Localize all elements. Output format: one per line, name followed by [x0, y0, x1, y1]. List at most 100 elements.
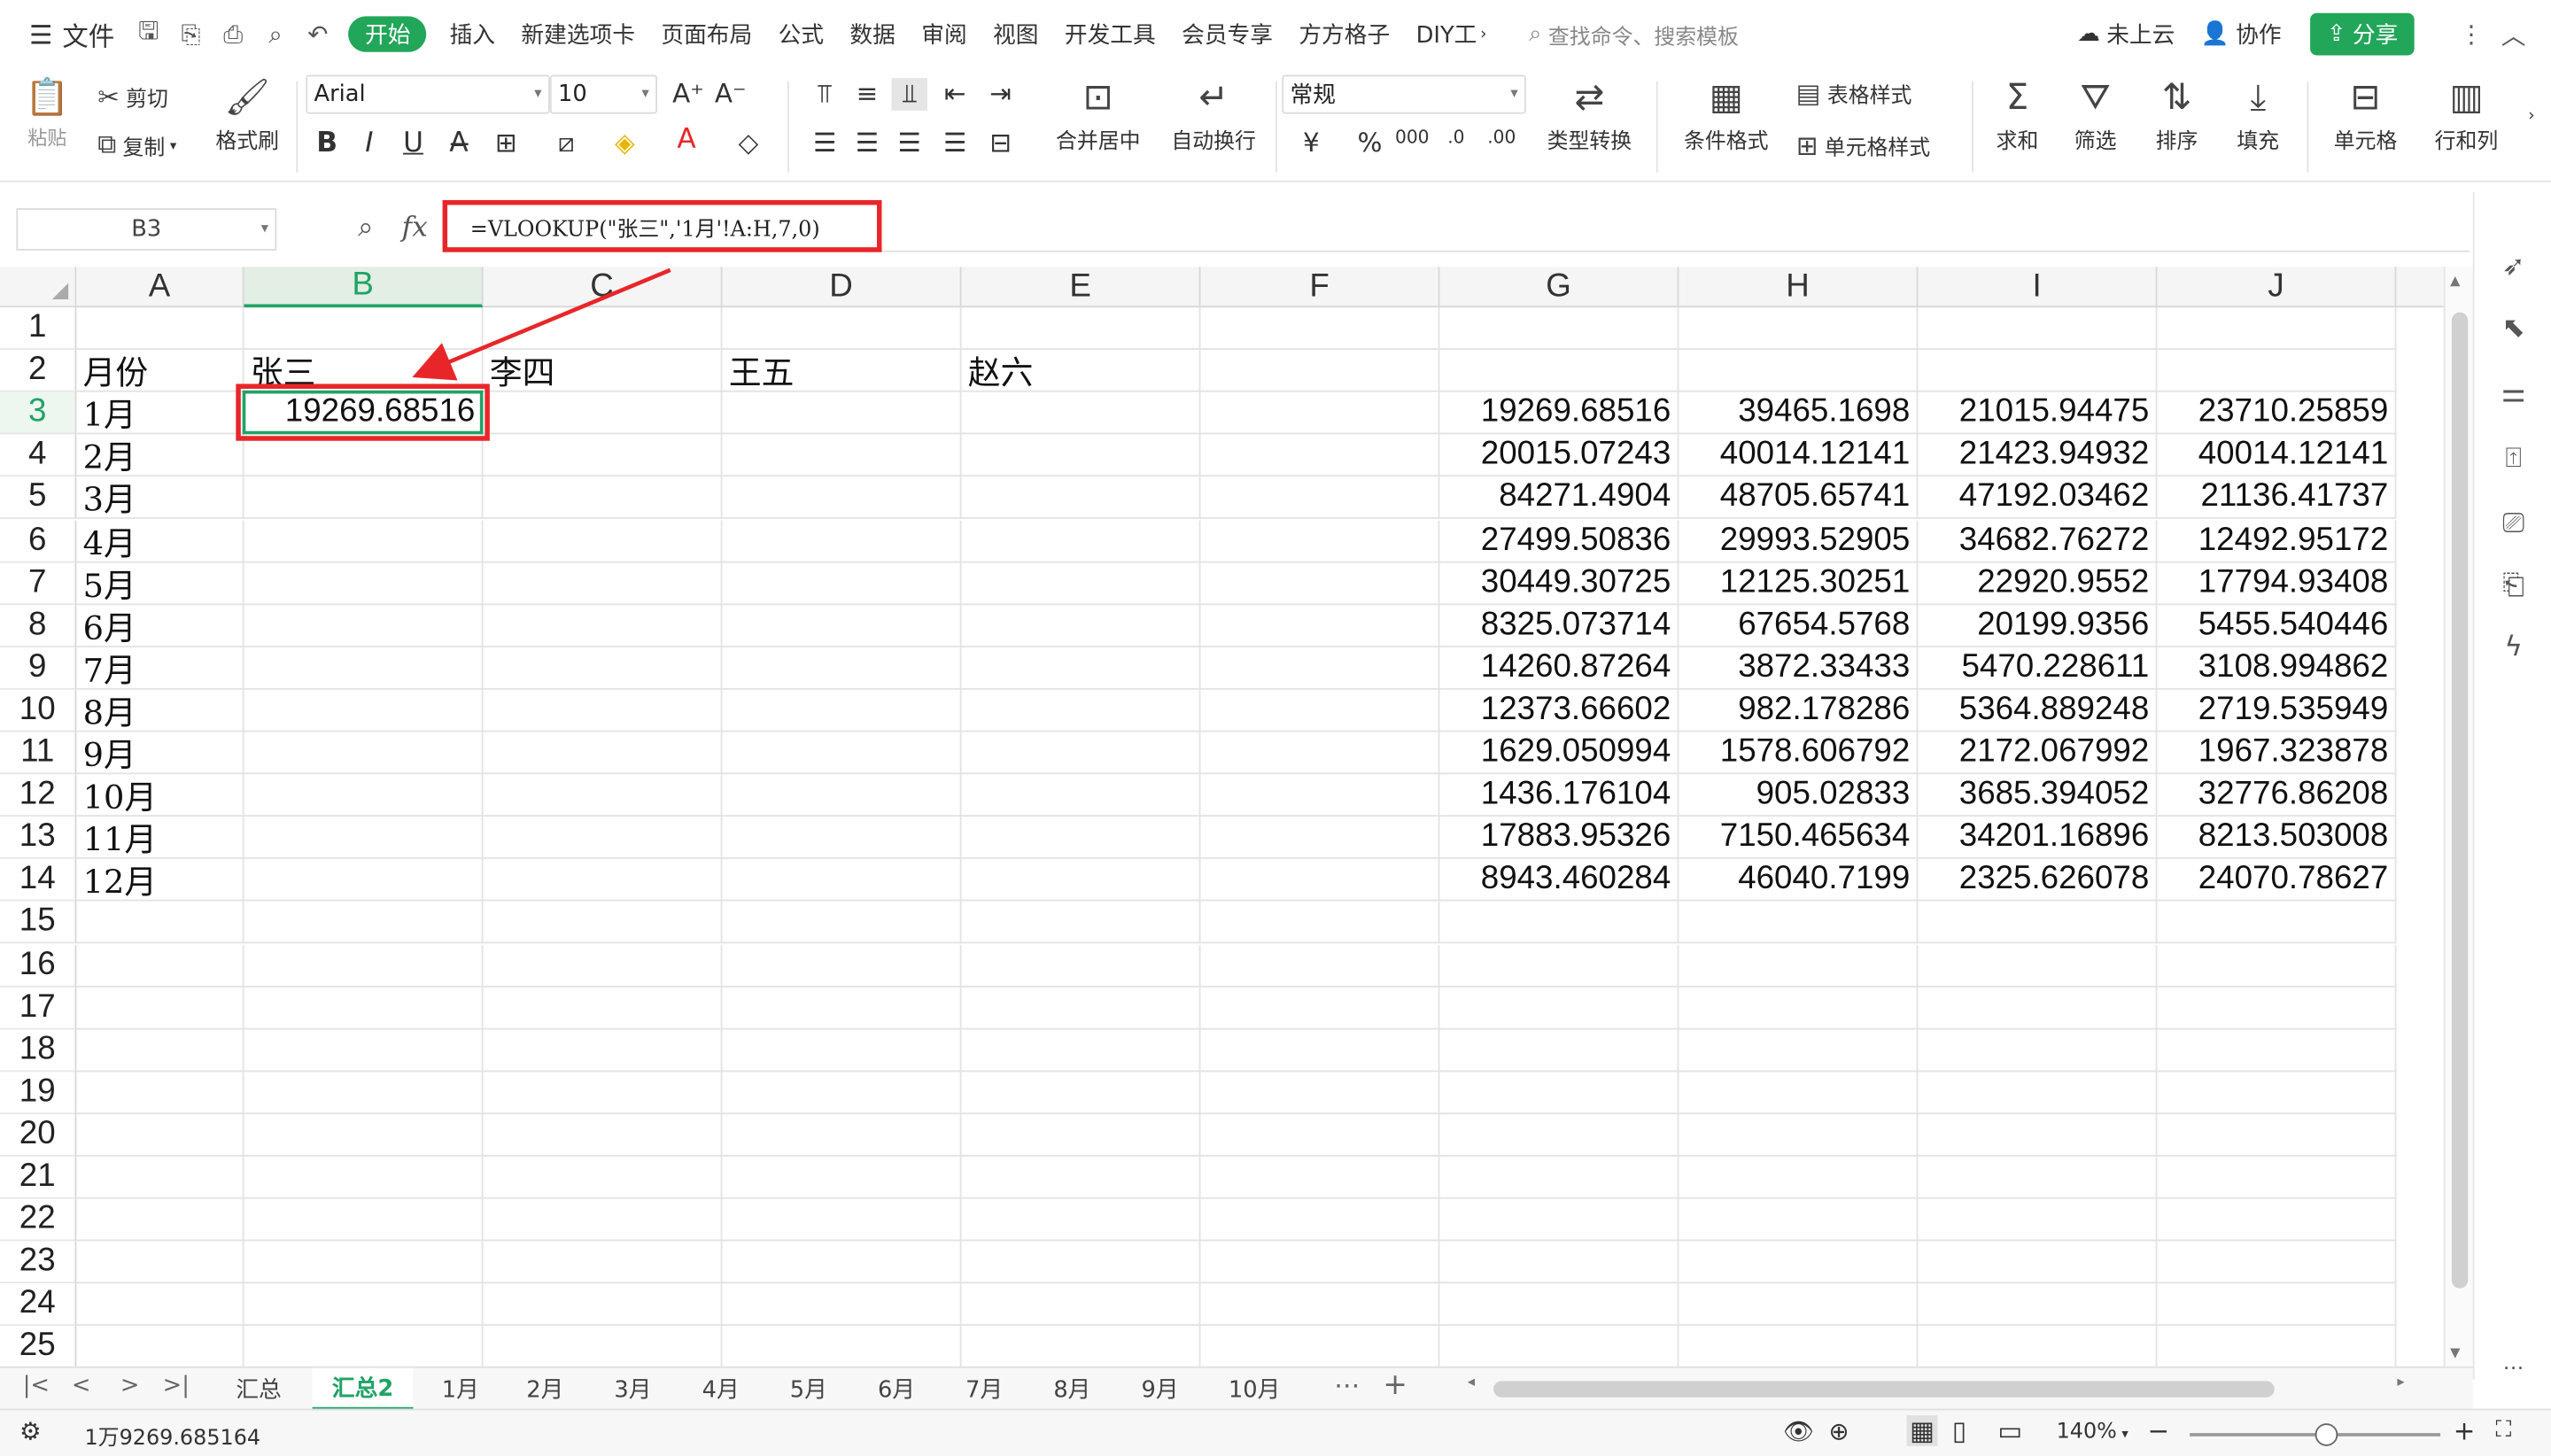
- cell-c12[interactable]: [483, 774, 723, 817]
- thousands-icon[interactable]: 000: [1394, 127, 1430, 148]
- more-sheets-icon[interactable]: ⋯: [1334, 1370, 1360, 1401]
- cell-j23[interactable]: [2157, 1241, 2397, 1284]
- cell-a15[interactable]: [76, 902, 244, 945]
- row-header-6[interactable]: 6: [0, 519, 77, 562]
- cell-h1[interactable]: [1679, 307, 1919, 351]
- collapse-ribbon-icon[interactable]: ︿: [2493, 0, 2535, 68]
- undo-icon[interactable]: ↶: [297, 0, 339, 68]
- cell-a13[interactable]: 11月: [76, 817, 244, 860]
- cell-i8[interactable]: 20199.9356: [1918, 604, 2158, 647]
- row-header-10[interactable]: 10: [0, 689, 77, 732]
- cell-i11[interactable]: 2172.067992: [1918, 732, 2158, 775]
- cell-i21[interactable]: [1918, 1156, 2158, 1199]
- more-dots-icon[interactable]: ⋯: [2497, 1357, 2530, 1382]
- cell-f21[interactable]: [1200, 1156, 1440, 1199]
- cell-c18[interactable]: [483, 1029, 723, 1072]
- cell-g9[interactable]: 14260.87264: [1439, 647, 1679, 690]
- cell-a5[interactable]: 3月: [76, 476, 244, 520]
- cell-d6[interactable]: [722, 519, 962, 562]
- cell-a4[interactable]: 2月: [76, 434, 244, 477]
- cell-b1[interactable]: [244, 307, 484, 351]
- name-box[interactable]: B3 ▾: [16, 208, 277, 251]
- cell-h21[interactable]: [1679, 1156, 1919, 1199]
- scroll-up-icon[interactable]: ▲: [2450, 274, 2460, 289]
- cell-b12[interactable]: [244, 774, 484, 817]
- cell-i1[interactable]: [1918, 307, 2158, 351]
- table-style-button[interactable]: ▤ 表格样式: [1796, 72, 1912, 114]
- fill-color-icon[interactable]: ◈: [607, 127, 642, 158]
- cell-b9[interactable]: [244, 647, 484, 690]
- sheet-tab[interactable]: 9月: [1120, 1368, 1201, 1411]
- cell-d12[interactable]: [722, 774, 962, 817]
- row-header-14[interactable]: 14: [0, 859, 77, 902]
- cell-h13[interactable]: 7150.465634: [1679, 817, 1919, 860]
- horizontal-scrollbar[interactable]: ◂ ▸: [1464, 1375, 2408, 1398]
- cell-g6[interactable]: 27499.50836: [1439, 519, 1679, 562]
- cell-e19[interactable]: [961, 1072, 1201, 1114]
- cell-a23[interactable]: [76, 1241, 244, 1284]
- cell-c20[interactable]: [483, 1113, 723, 1157]
- cell-f25[interactable]: [1200, 1326, 1440, 1367]
- row-header-20[interactable]: 20: [0, 1113, 77, 1157]
- cell-j5[interactable]: 21136.41737: [2157, 476, 2397, 520]
- cell-d22[interactable]: [722, 1198, 962, 1242]
- cell-f2[interactable]: [1200, 350, 1440, 392]
- cursor-icon[interactable]: ⬉: [2497, 313, 2530, 345]
- cell-a16[interactable]: [76, 944, 244, 987]
- cell-i17[interactable]: [1918, 987, 2158, 1030]
- cell-a3[interactable]: 1月: [76, 391, 244, 435]
- page-break-view-icon[interactable]: ▭: [1997, 1415, 2022, 1446]
- cell-e11[interactable]: [961, 732, 1201, 775]
- cell-f24[interactable]: [1200, 1283, 1440, 1327]
- strikethrough-icon[interactable]: A̶: [441, 127, 477, 159]
- cut-button[interactable]: ✂ 剪切: [97, 74, 168, 117]
- cell-a17[interactable]: [76, 987, 244, 1030]
- cell-e9[interactable]: [961, 647, 1201, 690]
- cell-g12[interactable]: 1436.176104: [1439, 774, 1679, 817]
- cell-j14[interactable]: 24070.78627: [2157, 859, 2397, 902]
- cell-g7[interactable]: 30449.30725: [1439, 561, 1679, 605]
- cell-h7[interactable]: 12125.30251: [1679, 561, 1919, 605]
- cell-f23[interactable]: [1200, 1241, 1440, 1284]
- cell-a19[interactable]: [76, 1072, 244, 1114]
- cell-e13[interactable]: [961, 817, 1201, 860]
- cell-d21[interactable]: [722, 1156, 962, 1199]
- print-icon[interactable]: ⎙: [212, 0, 254, 68]
- cell-b22[interactable]: [244, 1198, 484, 1242]
- wrap-text-button[interactable]: ↵ 自动换行: [1161, 74, 1266, 154]
- cell-j20[interactable]: [2157, 1113, 2397, 1157]
- cell-a7[interactable]: 5月: [76, 561, 244, 605]
- cell-b16[interactable]: [244, 944, 484, 987]
- cell-i7[interactable]: 22920.9552: [1918, 561, 2158, 605]
- cell-g8[interactable]: 8325.073714: [1439, 604, 1679, 647]
- ribbon-scroll-right-icon[interactable]: ›: [2518, 107, 2544, 125]
- cell-d5[interactable]: [722, 476, 962, 520]
- cell-e12[interactable]: [961, 774, 1201, 817]
- cell-g1[interactable]: [1439, 307, 1679, 351]
- eraser-icon[interactable]: ◇: [731, 127, 766, 158]
- tab-ffgz[interactable]: 方方格子: [1286, 0, 1403, 68]
- cell-g5[interactable]: 84271.4904: [1439, 476, 1679, 520]
- column-header-j[interactable]: J: [2157, 267, 2397, 308]
- cell-d13[interactable]: [722, 817, 962, 860]
- cell-g13[interactable]: 17883.95326: [1439, 817, 1679, 860]
- align-right-icon[interactable]: ☰: [892, 127, 927, 158]
- center-icon[interactable]: ⊕: [1828, 1417, 1849, 1446]
- cell-c7[interactable]: [483, 561, 723, 605]
- tab-view[interactable]: 视图: [980, 0, 1051, 68]
- cell-d11[interactable]: [722, 732, 962, 775]
- row-header-12[interactable]: 12: [0, 774, 77, 817]
- cell-j8[interactable]: 5455.540446: [2157, 604, 2397, 647]
- row-header-16[interactable]: 16: [0, 944, 77, 987]
- cell-f16[interactable]: [1200, 944, 1440, 987]
- sheet-tab[interactable]: 汇总2: [312, 1367, 414, 1411]
- italic-icon[interactable]: I: [352, 127, 387, 159]
- paste-button[interactable]: 📋 粘贴: [16, 74, 78, 151]
- cell-g16[interactable]: [1439, 944, 1679, 987]
- zoom-level[interactable]: 140% ▾: [2057, 1420, 2128, 1444]
- share-button[interactable]: ⇪ 分享: [2310, 12, 2415, 56]
- tab-diy[interactable]: DIY工 ›: [1403, 0, 1500, 68]
- cell-h8[interactable]: 67654.5768: [1679, 604, 1919, 647]
- cell-i10[interactable]: 5364.889248: [1918, 689, 2158, 732]
- cell-j25[interactable]: [2157, 1326, 2397, 1367]
